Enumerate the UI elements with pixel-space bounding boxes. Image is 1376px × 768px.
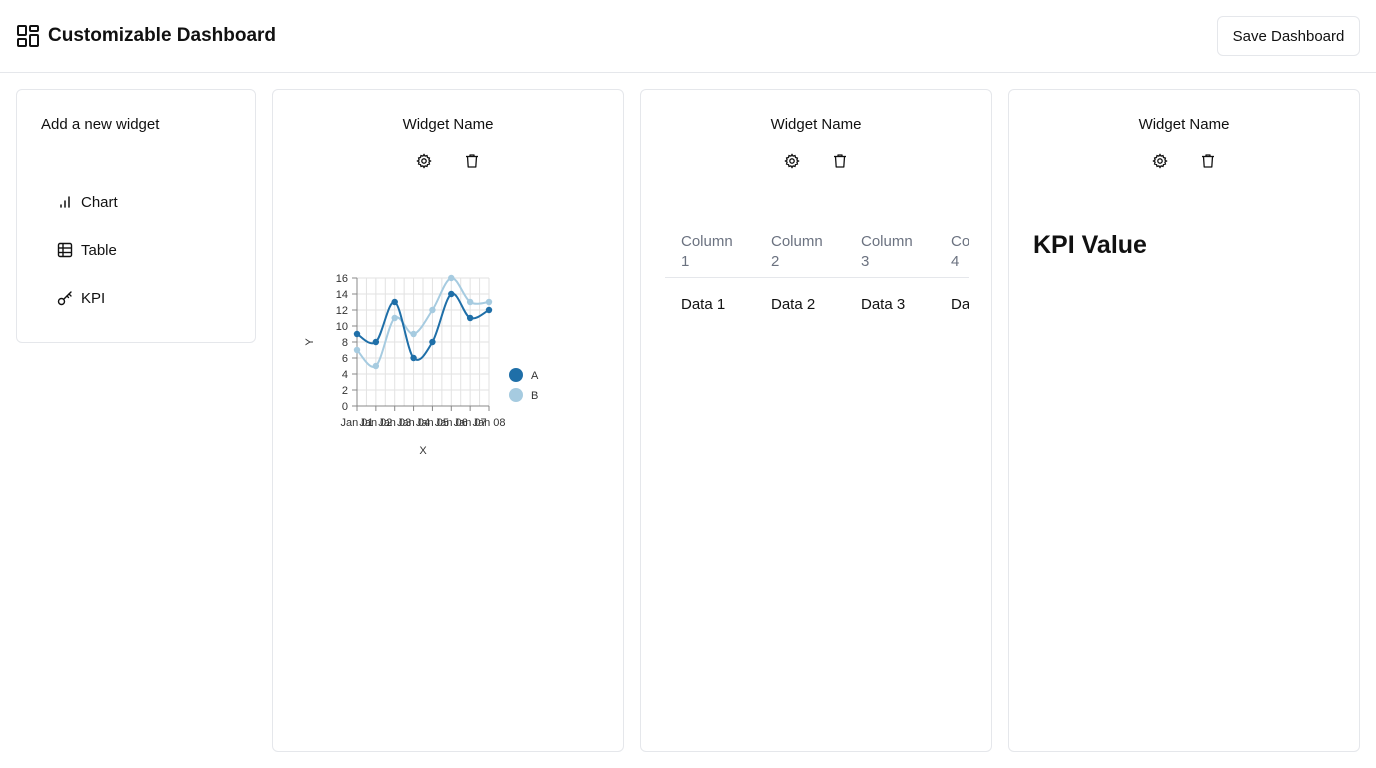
data-table-container: Column 1 Column 2 Column 3 Column 4 Data… xyxy=(665,228,969,315)
table-widget: Widget Name Column 1 Column 2 Column 3 C… xyxy=(640,89,992,752)
line-chart: 0246810121416Jan 01Jan 02Jan 03Jan 04Jan… xyxy=(304,273,539,457)
chart-widget: Widget Name 0 2 4 6 8 10 12 14 16 Jan 01 Jan 02 Jan… xyxy=(272,89,624,752)
data-point-B xyxy=(485,298,493,306)
widget-settings-button[interactable] xyxy=(782,151,802,171)
data-point-B xyxy=(353,346,361,354)
table-icon xyxy=(57,242,73,258)
add-table-option[interactable]: Table xyxy=(57,238,117,262)
add-table-label: Table xyxy=(81,241,117,259)
y-axis-label: Y xyxy=(304,338,316,346)
key-icon xyxy=(57,291,72,306)
widget-delete-button[interactable] xyxy=(830,151,850,171)
data-point-A xyxy=(485,306,493,314)
trash-icon xyxy=(834,154,846,168)
y-tick-label: 6 xyxy=(342,353,348,365)
data-point-B xyxy=(410,330,417,338)
legend-label-B: B xyxy=(531,390,538,402)
y-tick-label: 8 xyxy=(342,337,348,349)
widget-delete-button[interactable] xyxy=(1198,151,1218,171)
data-point-A xyxy=(410,354,417,362)
kpi-value: KPI Value xyxy=(1033,231,1147,259)
x-axis-label: X xyxy=(419,445,427,457)
table-row: Data 1 Data 2 Data 3 Data 4 xyxy=(665,278,969,316)
bar-chart-icon xyxy=(60,196,70,208)
legend-swatch-A xyxy=(509,368,523,382)
y-tick-label: 14 xyxy=(336,289,348,301)
kpi-widget: Widget Name KPI Value xyxy=(1008,89,1360,752)
data-point-A xyxy=(353,330,361,338)
legend-label-A: A xyxy=(531,370,539,382)
gear-icon xyxy=(784,153,800,169)
table-header-cell: Column 2 xyxy=(755,228,845,278)
legend-swatch-B xyxy=(509,388,523,402)
add-widget-panel: Add a new widget Chart Table KPI xyxy=(16,89,256,343)
widget-name: Widget Name xyxy=(1138,116,1230,133)
data-point-B xyxy=(429,306,436,314)
data-point-B xyxy=(466,298,474,306)
table-cell: Data 4 xyxy=(951,296,969,313)
y-tick-label: 2 xyxy=(342,385,348,397)
table-cell: Data 1 xyxy=(681,296,726,313)
table-cell: Data 2 xyxy=(771,296,816,313)
data-point-B xyxy=(391,314,398,322)
data-point-B xyxy=(448,274,455,282)
y-tick-label: 0 xyxy=(342,401,348,413)
y-tick-label: 16 xyxy=(336,273,348,285)
add-kpi-label: KPI xyxy=(81,289,106,307)
add-widget-title: Add a new widget xyxy=(41,116,160,133)
add-chart-option[interactable]: Chart xyxy=(57,190,118,214)
data-table: Column 1 Column 2 Column 3 Column 4 Data… xyxy=(665,228,969,315)
gear-icon xyxy=(1152,153,1168,169)
table-header-cell: Column 3 xyxy=(845,228,935,278)
y-tick-label: 12 xyxy=(336,305,348,317)
add-kpi-option[interactable]: KPI xyxy=(57,286,105,310)
table-header-row: Column 1 Column 2 Column 3 Column 4 xyxy=(665,228,969,278)
save-dashboard-button[interactable]: Save Dashboard xyxy=(1217,16,1360,56)
table-cell: Data 3 xyxy=(861,296,906,313)
table-header-cell: Column 4 xyxy=(935,228,969,278)
trash-icon xyxy=(1202,154,1214,168)
data-point-A xyxy=(372,338,380,346)
widget-name: Widget Name xyxy=(770,116,862,133)
app-header: Customizable Dashboard Save Dashboard xyxy=(0,0,1376,73)
data-point-A xyxy=(391,298,398,306)
table-header-cell: Column 1 xyxy=(665,228,755,278)
data-point-A xyxy=(429,338,436,346)
dashboard-grid-icon xyxy=(17,25,39,47)
data-point-A xyxy=(448,290,455,298)
y-tick-label: 10 xyxy=(336,321,348,333)
y-tick-label: 4 xyxy=(342,369,348,381)
data-point-B xyxy=(372,362,380,370)
widget-settings-button[interactable] xyxy=(1150,151,1170,171)
add-chart-label: Chart xyxy=(81,193,118,211)
x-tick-label: Jan 08 xyxy=(472,417,505,429)
data-point-A xyxy=(466,314,474,322)
page-title: Customizable Dashboard xyxy=(48,25,277,46)
